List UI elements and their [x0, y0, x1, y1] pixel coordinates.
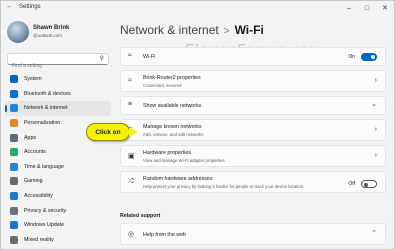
sidebar-item[interactable]: Privacy & security: [5, 203, 111, 218]
wifi-toggle-card[interactable]: ≈ Wi-Fi On: [120, 47, 386, 66]
search-icon[interactable]: ⚲: [100, 55, 104, 62]
sidebar-item-label: Time & language: [24, 163, 64, 170]
help-from-web-title: Help from the web: [143, 232, 186, 238]
user-email: @outlook.com: [33, 33, 62, 38]
headset-icon: [10, 235, 18, 244]
bluetooth-icon: [10, 89, 18, 98]
random-hardware-addresses-card: ⤮ Random hardware addresses Help protect…: [120, 171, 386, 193]
user-name: Shawn Brink: [33, 25, 70, 31]
close-icon[interactable]: ✕: [376, 1, 394, 15]
random-hardware-addresses-subtitle: Help protect your privacy by making it h…: [143, 184, 305, 189]
chevron-up-icon: ⌃: [371, 230, 377, 237]
help-from-web-card[interactable]: ◎ Help from the web ⌃: [120, 223, 386, 245]
wifi-toggle[interactable]: [361, 53, 377, 61]
breadcrumb: Network & internet > Wi-Fi: [120, 23, 264, 37]
sidebar-item-label: Bluetooth & devices: [24, 90, 71, 97]
sidebar-item-label: Personalization: [24, 120, 61, 127]
sidebar-item-label: Apps: [24, 134, 37, 141]
sidebar-item[interactable]: Gaming: [5, 174, 111, 189]
avatar[interactable]: [7, 21, 29, 43]
wifi-signal-icon: ≈: [128, 77, 132, 84]
sidebar-item[interactable]: Accounts: [5, 145, 111, 160]
random-hardware-addresses-toggle[interactable]: [361, 180, 377, 188]
random-hardware-addresses-state: Off: [348, 181, 355, 187]
sidebar-item[interactable]: Network & internet: [5, 101, 111, 116]
sidebar-item[interactable]: System: [5, 72, 111, 87]
sidebar-item-label: Network & internet: [24, 105, 68, 112]
network-properties-card[interactable]: ≈ Brink-Router2 properties Connected, se…: [120, 70, 386, 92]
network-properties-title: Brink-Router2 properties: [143, 75, 201, 81]
sidebar-item-label: Mixed reality: [24, 236, 54, 243]
chevron-right-icon: ›: [374, 126, 377, 133]
show-available-networks-card[interactable]: ≡ Show available networks ⌄: [120, 96, 386, 115]
main-content: Network & internet>Wi-Fi ElevenForum.com…: [115, 15, 395, 250]
network-list-icon: ≡: [128, 101, 133, 108]
page-title: Wi-Fi: [234, 23, 264, 37]
brush-icon: [10, 119, 18, 128]
manage-known-networks-subtitle: Add, remove, and edit networks: [143, 132, 204, 137]
network-properties-subtitle: Connected, secured: [143, 83, 182, 88]
monitor-icon: [10, 75, 18, 84]
sidebar-item-label: Windows Update: [24, 222, 65, 229]
sidebar-item-label: Accounts: [24, 149, 46, 156]
manage-known-networks-card[interactable]: ≡ Manage known networks Add, remove, and…: [120, 119, 386, 141]
person-icon: [10, 148, 18, 157]
sidebar-item[interactable]: Windows Update: [5, 218, 111, 233]
search-input[interactable]: [8, 61, 94, 71]
wifi-icon: [10, 104, 18, 113]
chevron-right-icon: ›: [374, 77, 377, 84]
search-field[interactable]: ⚲: [7, 53, 109, 71]
sidebar-item-label: Privacy & security: [24, 207, 67, 214]
hardware-properties-title: Hardware properties: [143, 150, 191, 156]
back-arrow-icon[interactable]: ←: [6, 3, 13, 10]
sidebar-item[interactable]: Time & language: [5, 160, 111, 175]
accessibility-icon: [10, 192, 18, 201]
apps-icon: [10, 133, 18, 142]
sidebar-item[interactable]: Bluetooth & devices: [5, 87, 111, 102]
window-controls: – □ ✕: [340, 1, 394, 15]
related-support-heading: Related support: [120, 213, 161, 219]
manage-known-networks-title: Manage known networks: [143, 124, 202, 130]
globe-clock-icon: [10, 162, 18, 171]
adapter-icon: ▣: [128, 153, 135, 160]
sidebar-item-label: Gaming: [24, 178, 43, 185]
show-available-networks-title: Show available networks: [143, 103, 202, 109]
window-title: Settings: [19, 4, 41, 10]
chevron-right-icon: ›: [374, 152, 377, 159]
shield-icon: [10, 206, 18, 215]
random-hardware-addresses-title: Random hardware addresses: [143, 176, 213, 182]
gamepad-icon: [10, 177, 18, 186]
minimize-icon[interactable]: –: [340, 1, 358, 15]
chevron-down-icon: ⌄: [371, 101, 377, 108]
wifi-title: Wi-Fi: [143, 54, 156, 60]
hardware-properties-subtitle: View and manage Wi-Fi adapter properties: [143, 158, 225, 163]
wifi-icon: ≈: [128, 52, 132, 59]
shuffle-icon: ⤮: [128, 178, 134, 185]
sidebar-item[interactable]: Mixed reality: [5, 233, 111, 248]
breadcrumb-parent[interactable]: Network & internet: [120, 23, 219, 37]
title-bar: ← Settings – □ ✕: [1, 1, 394, 15]
globe-icon: ◎: [128, 231, 135, 238]
callout-arrow: [129, 127, 138, 137]
sidebar-nav: System Bluetooth & devices Network & inter…: [5, 72, 111, 247]
sidebar-item-label: System: [24, 76, 42, 83]
breadcrumb-separator: >: [223, 26, 230, 37]
settings-window: ← Settings – □ ✕ Shawn Brink @outlook.co…: [0, 0, 395, 250]
sidebar-item-label: Accessibility: [24, 193, 53, 200]
update-icon: [10, 221, 18, 230]
click-on-callout: Click on: [86, 123, 130, 141]
wifi-state: On: [348, 54, 355, 60]
maximize-icon[interactable]: □: [358, 1, 376, 15]
sidebar-item[interactable]: Accessibility: [5, 189, 111, 204]
hardware-properties-card[interactable]: ▣ Hardware properties View and manage Wi…: [120, 145, 386, 167]
